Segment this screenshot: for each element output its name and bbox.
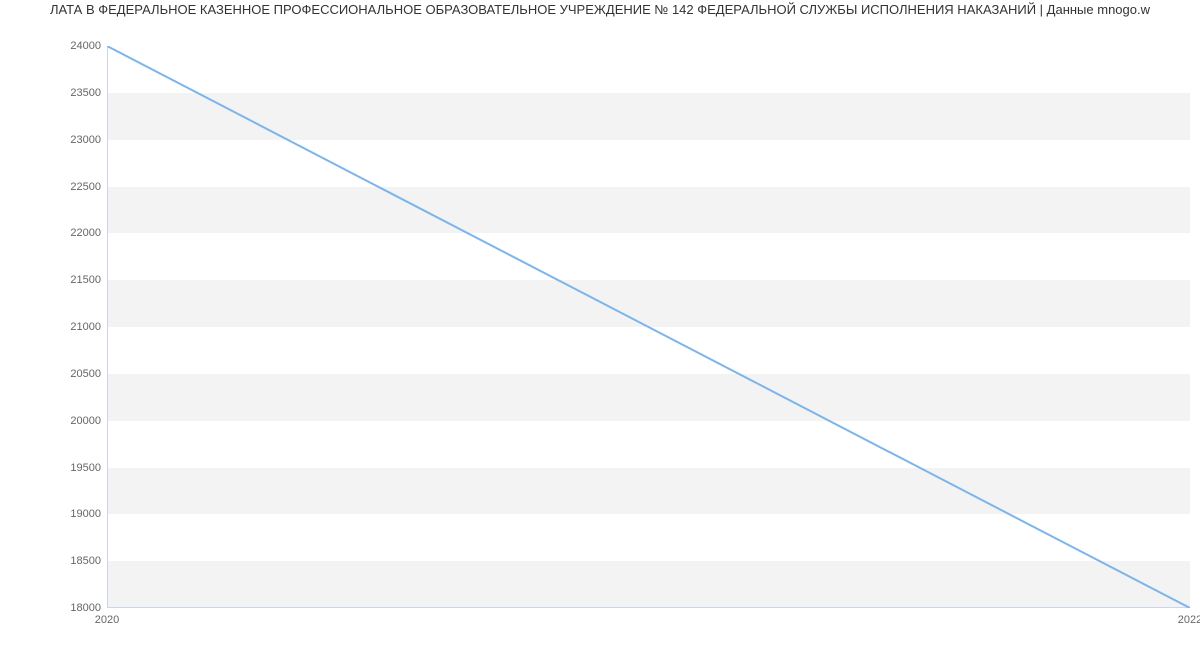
x-tick-label: 2020 bbox=[95, 608, 119, 626]
y-tick-label: 20000 bbox=[70, 415, 107, 427]
y-tick-label: 21500 bbox=[70, 274, 107, 286]
y-tick-label: 21000 bbox=[70, 321, 107, 333]
chart-container: ЛАТА В ФЕДЕРАЛЬНОЕ КАЗЕННОЕ ПРОФЕССИОНАЛ… bbox=[0, 0, 1200, 650]
y-tick-label: 22500 bbox=[70, 181, 107, 193]
y-tick-label: 18500 bbox=[70, 555, 107, 567]
y-tick-label: 19000 bbox=[70, 508, 107, 520]
series-svg bbox=[107, 46, 1190, 608]
series-line bbox=[107, 46, 1190, 608]
y-tick-label: 20500 bbox=[70, 368, 107, 380]
y-tick-label: 22000 bbox=[70, 227, 107, 239]
x-tick-label: 2022 bbox=[1178, 608, 1200, 626]
chart-title: ЛАТА В ФЕДЕРАЛЬНОЕ КАЗЕННОЕ ПРОФЕССИОНАЛ… bbox=[0, 2, 1200, 17]
plot-area: 1800018500190001950020000205002100021500… bbox=[107, 46, 1190, 608]
y-tick-label: 23500 bbox=[70, 87, 107, 99]
y-tick-label: 24000 bbox=[70, 40, 107, 52]
y-tick-label: 19500 bbox=[70, 462, 107, 474]
y-tick-label: 23000 bbox=[70, 134, 107, 146]
